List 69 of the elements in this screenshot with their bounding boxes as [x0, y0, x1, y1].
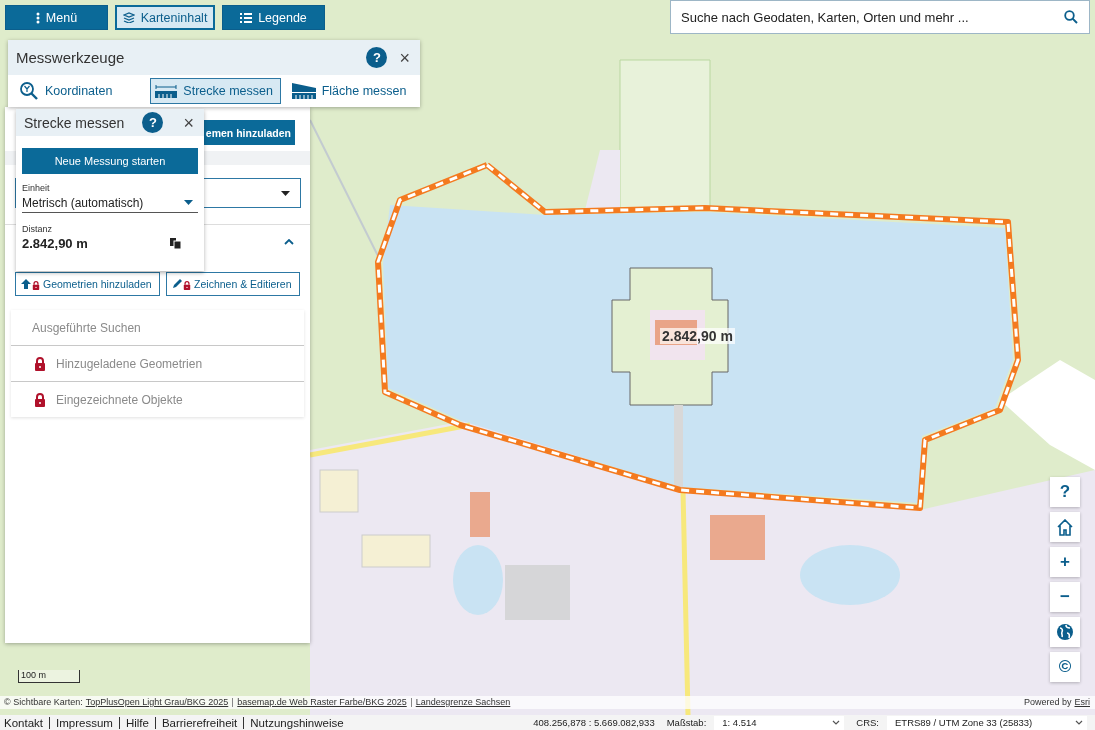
area-ruler-icon — [291, 83, 316, 99]
field-label: Distanz — [22, 224, 53, 234]
unit-select[interactable]: Metrisch (automatisch) — [22, 193, 198, 213]
add-button[interactable]: emen hinzuladen — [201, 120, 295, 145]
crs-select[interactable]: ETRS89 / UTM Zone 33 (25833) — [887, 715, 1087, 730]
footer-link[interactable]: Hilfe — [125, 716, 149, 729]
attribution-link[interactable]: basemap.de Web Raster Farbe/BKG 2025 — [237, 696, 407, 709]
footer-link[interactable]: Kontakt — [4, 716, 43, 729]
powered-by-text: Powered by — [1023, 696, 1072, 709]
field-area — [319, 469, 359, 513]
measurement-label: 2.842,90 m — [660, 328, 735, 344]
scale-bar: 100 m — [18, 670, 80, 683]
footer-link[interactable]: Impressum — [56, 716, 113, 729]
attribution-link[interactable]: Landesgrenze Sachsen — [415, 696, 511, 709]
toolbar-button[interactable]: Karteninhalt — [115, 5, 215, 30]
toolbar-button[interactable]: Legende — [222, 5, 325, 30]
panel-title: Messwerkzeuge — [16, 49, 126, 66]
close-button[interactable]: × — [397, 48, 412, 67]
list-icon — [240, 12, 253, 23]
outline-button[interactable]: Zeichnen & Editieren — [166, 272, 300, 296]
panel-title: Strecke messen — [24, 114, 126, 131]
scale-select[interactable]: 1: 4.514 — [714, 715, 845, 730]
caret-icon — [184, 200, 193, 205]
search-field[interactable]: Suche nach Geodaten, Karten, Orten und mehr ... — [670, 0, 1090, 34]
upload-icon — [20, 278, 32, 290]
coordinates-text: 408.256,878 : 5.669.082,933 — [533, 717, 655, 728]
map-button[interactable]: + — [1050, 547, 1080, 577]
list-item[interactable]: Ausgeführte Suchen — [11, 310, 304, 346]
map-button[interactable]: © — [1050, 652, 1080, 682]
help-button[interactable]: ? — [142, 112, 164, 133]
chevron-down-icon — [832, 720, 841, 725]
pencil-icon — [171, 278, 184, 290]
pond-area — [453, 545, 503, 615]
outline-button[interactable]: Geometrien hinzuladen — [15, 272, 161, 296]
home-icon — [1056, 518, 1074, 536]
footer-link[interactable]: Barrierefreiheit — [161, 716, 238, 729]
list-item[interactable]: Hinzugeladene Geometrien — [11, 346, 304, 382]
globe-icon — [1056, 623, 1074, 641]
building-area — [470, 492, 490, 537]
distance-value: 2.842,90 m — [22, 236, 88, 251]
tab[interactable]: Strecke messen — [150, 78, 281, 104]
dots-icon — [35, 11, 40, 24]
esri-link[interactable]: Esri — [1074, 696, 1090, 709]
caret-icon — [281, 190, 290, 196]
chevron-down-icon — [1075, 720, 1083, 725]
footer-link[interactable]: Nutzungshinweise — [250, 716, 344, 729]
magnifier-icon — [19, 81, 39, 101]
ruler-icon — [155, 84, 178, 98]
help-button[interactable]: ? — [366, 47, 388, 68]
scale-label: Maßstab: — [666, 717, 707, 728]
field-area — [361, 534, 431, 568]
toolbar-button[interactable]: Menü — [5, 5, 108, 30]
search-icon[interactable] — [1064, 10, 1078, 24]
crs-label: CRS: — [856, 717, 879, 728]
close-button[interactable]: × — [181, 113, 196, 132]
copy-icon[interactable] — [170, 238, 181, 249]
chevron-up-icon[interactable] — [284, 239, 294, 245]
start-button[interactable]: Neue Messung starten — [22, 148, 198, 174]
building-area — [505, 565, 570, 620]
attribution-text: © Sichtbare Karten: — [4, 696, 83, 709]
layers-icon — [122, 12, 135, 23]
field-label: Einheit — [22, 183, 51, 193]
map-button[interactable]: − — [1050, 582, 1080, 612]
building-area — [710, 515, 765, 560]
map-button[interactable]: ? — [1050, 477, 1080, 507]
list-item[interactable]: Eingezeichnete Objekte — [11, 382, 304, 417]
globe-button[interactable] — [1050, 617, 1080, 647]
home-button[interactable] — [1050, 512, 1080, 542]
attribution-link[interactable]: TopPlusOpen Light Grau/BKG 2025 — [85, 696, 229, 709]
